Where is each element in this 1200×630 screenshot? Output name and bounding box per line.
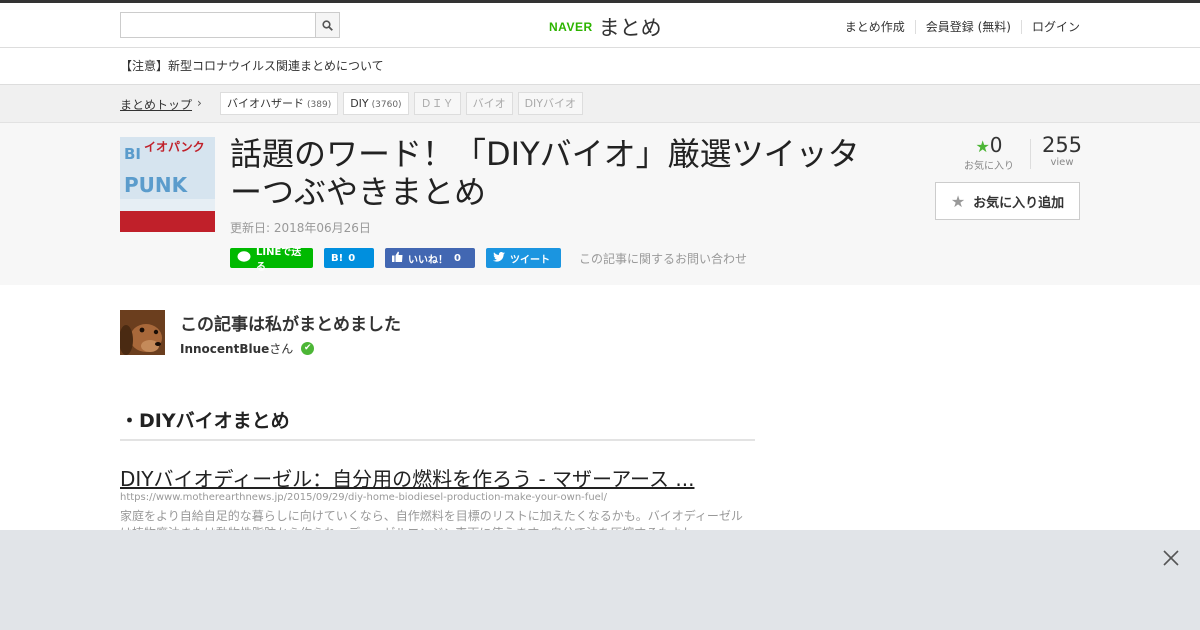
add-favorite-button[interactable]: ★ お気に入り追加 [935,182,1080,220]
article-inquiry-link[interactable]: この記事に関するお問い合わせ [579,250,747,267]
search-button[interactable] [315,13,339,37]
star-icon: ★ [950,191,966,211]
avatar[interactable] [120,310,165,355]
author-username: InnocentBlue [180,341,270,356]
tweet-label: ツイート [510,254,550,266]
add-favorite-label: お気に入り追加 [973,195,1065,211]
naver-matome-logo[interactable]: NAVER まとめ [549,12,662,42]
search-icon [322,19,333,31]
thumbnail-title: イオパンク [144,140,205,154]
chevron-right-icon: › [197,96,202,110]
close-icon[interactable] [1160,548,1182,570]
updated-date: 更新日: 2018年06月26日 [230,221,371,235]
tag-label: バイオハザード [227,97,304,110]
twitter-bird-icon [493,251,505,265]
thumbs-up-icon [392,251,403,265]
svg-text:BI: BI [124,145,141,163]
create-matome-link[interactable]: まとめ作成 [835,20,915,34]
share-bar: LINEで送る B! 0 いいね！ 0 ツイート この記事に関するお問い合わせ [230,247,747,273]
tag-bio[interactable]: バイオ [465,92,513,115]
verified-check-icon: ✔ [301,342,315,355]
article-header: BI イオパンク PUNK 話題のワード！「DIYバイオ」厳選ツイッターつぶやき… [0,123,1200,285]
author-name[interactable]: InnocentBlue さん ✔ [180,340,315,357]
author-suffix: さん [269,342,294,356]
site-header: NAVER まとめ まとめ作成 会員登録 (無料) ログイン [0,3,1200,48]
view-count: 255 [1041,133,1083,157]
article-thumbnail: BI イオパンク PUNK [120,137,215,232]
link-card-title[interactable]: DIYバイオディーゼル：自分用の燃料を作ろう - マザーアース ... [120,463,694,492]
tag-count: (3760) [371,100,402,110]
favorite-label: お気に入り [964,161,1014,172]
tag-label: ＤＩＹ [420,97,454,110]
tag-label: DIYバイオ [524,97,577,110]
line-icon [237,250,251,266]
ad-banner [0,530,1200,630]
tag-diy[interactable]: DIY (3760) [343,92,409,115]
tag-list: バイオハザード (389) DIY (3760) ＤＩＹ バイオ DIYバイオ [220,92,588,115]
view-stat: 255 view [1040,133,1084,168]
tag-label: バイオ [472,97,506,110]
tag-count: (389) [307,100,332,110]
tag-biohazard[interactable]: バイオハザード (389) [220,92,339,115]
register-link[interactable]: 会員登録 (無料) [914,20,1021,34]
logo-brand: NAVER [549,20,593,34]
author-heading: この記事は私がまとめました [180,315,401,335]
breadcrumb-home-link[interactable]: まとめトップ [120,96,192,113]
svg-text:PUNK: PUNK [124,173,189,197]
logo-text: まとめ [598,16,662,40]
favorite-stat: ★0 お気に入り [960,133,1018,172]
tag-label: DIY [350,97,369,110]
stat-divider [1030,139,1031,169]
tag-diy-fullwidth[interactable]: ＤＩＹ [413,92,461,115]
line-share-button[interactable]: LINEで送る [230,247,313,273]
tag-diy-bio[interactable]: DIYバイオ [517,92,584,115]
star-icon: ★ [975,137,990,156]
facebook-like-button[interactable]: いいね！ 0 [385,248,475,268]
view-label: view [1050,157,1074,168]
line-share-label: LINEで送る [256,247,302,273]
search-input[interactable] [121,13,315,37]
search-box [120,12,340,38]
facebook-like-label: いいね！ [408,254,448,266]
breadcrumb: まとめトップ › バイオハザード (389) DIY (3760) ＤＩＹ バイオ … [0,85,1200,123]
header-nav: まとめ作成 会員登録 (無料) ログイン [835,20,1080,34]
hatena-bookmark-button[interactable]: B! 0 [324,248,374,268]
link-card-url[interactable]: https://www.motherearthnews.jp/2015/09/2… [120,492,607,503]
hatena-icon: B! [331,252,344,264]
notice-link[interactable]: 【注意】新型コロナウイルス関連まとめについて [0,48,1200,85]
tweet-button[interactable]: ツイート [486,248,561,268]
facebook-like-count: 0 [454,252,461,264]
section-heading: ・DIYバイオまとめ [120,406,755,441]
article-title: 話題のワード！「DIYバイオ」厳選ツイッターつぶやきまとめ [230,135,860,211]
login-link[interactable]: ログイン [1020,20,1080,34]
favorite-count: 0 [989,133,1003,157]
hatena-count: 0 [348,252,356,264]
